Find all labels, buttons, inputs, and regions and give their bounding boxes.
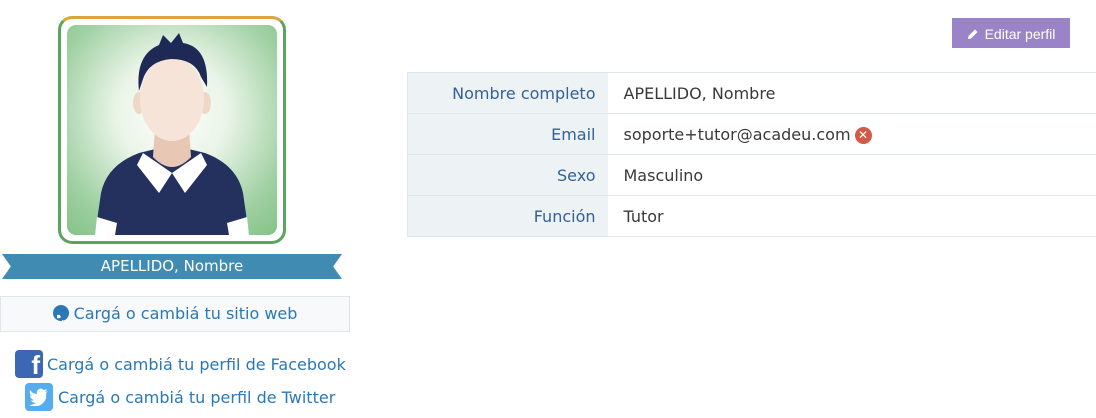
website-link[interactable]: Cargá o cambiá tu sitio web [0,296,350,332]
facebook-link-label: Cargá o cambiá tu perfil de Facebook [47,354,346,374]
avatar-frame[interactable] [58,16,286,244]
detail-value-email[interactable]: soporte+tutor@acadeu.com [624,125,851,144]
pencil-icon [967,20,979,50]
table-row: Nombre completo APELLIDO, Nombre [407,72,1096,114]
remove-email-icon[interactable]: ✕ [854,126,872,144]
website-link-label: Cargá o cambiá tu sitio web [73,304,298,323]
detail-label-full-name: Nombre completo [407,72,608,114]
table-row: Función Tutor [407,195,1096,237]
user-avatar-icon [95,33,249,235]
detail-label-sex: Sexo [407,154,608,196]
facebook-link[interactable]: f Cargá o cambiá tu perfil de Facebook [15,350,346,380]
globe-icon [52,305,69,321]
twitter-link-label: Cargá o cambiá tu perfil de Twitter [58,387,336,407]
detail-value-role[interactable]: Tutor [607,195,1096,237]
detail-cell-email: soporte+tutor@acadeu.com ✕ [607,113,1096,155]
detail-label-email: Email [407,113,608,155]
table-row: Email soporte+tutor@acadeu.com ✕ [407,113,1096,155]
profile-details-table: Nombre completo APELLIDO, Nombre Email s… [407,72,1096,237]
detail-value-full-name[interactable]: APELLIDO, Nombre [607,72,1096,114]
avatar [67,25,277,235]
profile-name-ribbon: APELLIDO, Nombre [2,254,342,279]
detail-value-sex[interactable]: Masculino [607,154,1096,196]
facebook-icon: f [15,350,43,380]
edit-profile-button[interactable]: Editar perfil [952,18,1070,48]
edit-profile-label: Editar perfil [984,26,1056,42]
table-row: Sexo Masculino [407,154,1096,196]
twitter-icon [25,383,53,411]
twitter-link[interactable]: Cargá o cambiá tu perfil de Twitter [25,383,335,411]
detail-label-role: Función [407,195,608,237]
